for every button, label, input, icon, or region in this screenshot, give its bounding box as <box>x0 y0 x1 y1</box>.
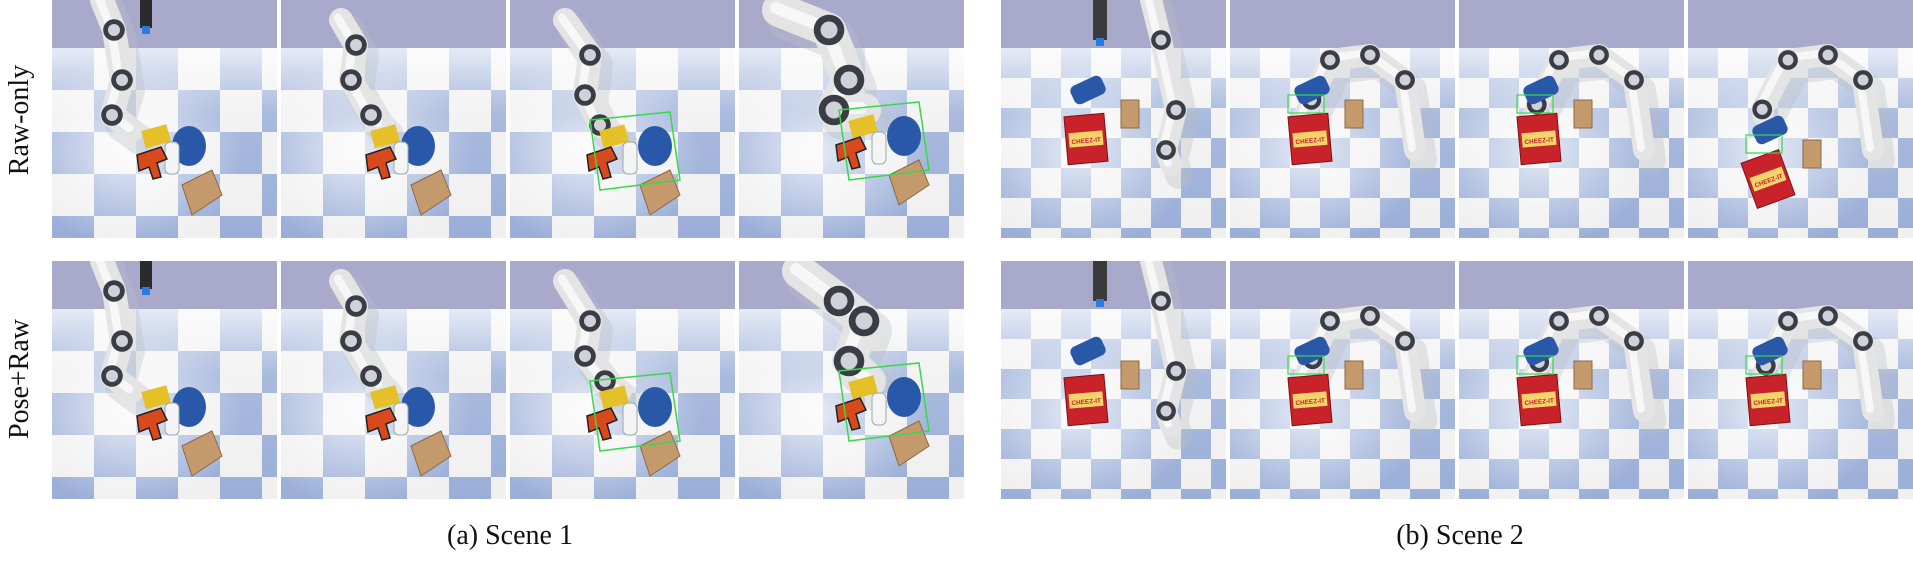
scene-frame: CHEEZ-IT <box>1001 261 1226 499</box>
sugar-box <box>1802 139 1822 169</box>
scene-frame: CHEEZ-IT <box>1001 0 1226 238</box>
scene-render <box>510 261 735 499</box>
scene-render <box>52 0 277 238</box>
scene-render: CHEEZ-IT <box>1001 0 1226 238</box>
gripper-camera <box>1093 261 1107 301</box>
row-label-pose-raw: Pose+Raw <box>0 258 40 500</box>
gripper-camera <box>1093 0 1107 40</box>
cheez-it-box: CHEEZ-IT <box>1516 373 1562 427</box>
sugar-box <box>1573 99 1593 129</box>
sugar-box <box>1344 360 1364 390</box>
scene-render: CHEEZ-IT <box>1459 261 1684 499</box>
sugar-box <box>1573 360 1593 390</box>
scene-frame <box>510 0 735 238</box>
scene-render: CHEEZ-IT <box>1230 261 1455 499</box>
sky-band <box>1688 261 1913 309</box>
cheez-it-box: CHEEZ-IT <box>1287 112 1333 166</box>
scene-frame: CHEEZ-IT <box>1459 261 1684 499</box>
scene-frame <box>281 261 506 499</box>
scene-frame: CHEEZ-IT <box>1459 0 1684 238</box>
scene-render <box>510 0 735 238</box>
scene-frame <box>52 261 277 499</box>
scene-frame <box>510 261 735 499</box>
scene-frame: CHEEZ-IT <box>1688 261 1913 499</box>
sugar-box <box>1344 99 1364 129</box>
cheez-it-box: CHEEZ-IT <box>1516 112 1562 166</box>
scene-render <box>739 0 964 238</box>
sky-band <box>1230 0 1455 48</box>
scene-render <box>739 261 964 499</box>
scene-render: CHEEZ-IT <box>1688 0 1913 238</box>
scene-frame <box>52 0 277 238</box>
scene-frame <box>281 0 506 238</box>
scene-render <box>52 261 277 499</box>
sky-band <box>510 0 735 48</box>
sky-band <box>510 261 735 309</box>
scene-frame: CHEEZ-IT <box>1688 0 1913 238</box>
sugar-box <box>1802 360 1822 390</box>
scene-render <box>281 0 506 238</box>
sky-band <box>281 261 506 309</box>
gripper-camera <box>140 261 152 289</box>
caption-scene-1: (a) Scene 1 <box>447 520 573 551</box>
cheez-it-box: CHEEZ-IT <box>1063 112 1109 166</box>
scene-frame <box>739 261 964 499</box>
bottle <box>622 141 638 175</box>
cheez-it-box: CHEEZ-IT <box>1287 373 1333 427</box>
sky-band <box>1230 261 1455 309</box>
scene-render <box>281 261 506 499</box>
sky-band <box>1688 0 1913 48</box>
sky-band <box>1459 0 1684 48</box>
cheez-it-box: CHEEZ-IT <box>1063 373 1109 427</box>
row-label-text: Raw-only <box>4 64 35 176</box>
bottle <box>871 131 887 165</box>
gripper-camera <box>140 0 152 28</box>
sky-band <box>281 0 506 48</box>
scene-frame: CHEEZ-IT <box>1230 0 1455 238</box>
scene-render: CHEEZ-IT <box>1688 261 1913 499</box>
scene-render: CHEEZ-IT <box>1001 261 1226 499</box>
sky-band <box>1001 261 1226 309</box>
scene-render: CHEEZ-IT <box>1459 0 1684 238</box>
sky-band <box>1001 0 1226 48</box>
cheez-it-box: CHEEZ-IT <box>1745 373 1791 427</box>
sugar-box <box>1120 360 1140 390</box>
sky-band <box>52 0 277 48</box>
scene-render: CHEEZ-IT <box>1230 0 1455 238</box>
bottle <box>871 392 887 426</box>
scene-frame <box>739 0 964 238</box>
scene-frame: CHEEZ-IT <box>1230 261 1455 499</box>
row-label-raw-only: Raw-only <box>0 0 40 240</box>
sky-band <box>52 261 277 309</box>
sky-band <box>1459 261 1684 309</box>
caption-scene-2: (b) Scene 2 <box>1396 520 1524 551</box>
sugar-box <box>1120 99 1140 129</box>
row-label-text: Pose+Raw <box>4 318 36 440</box>
bottle <box>622 402 638 436</box>
